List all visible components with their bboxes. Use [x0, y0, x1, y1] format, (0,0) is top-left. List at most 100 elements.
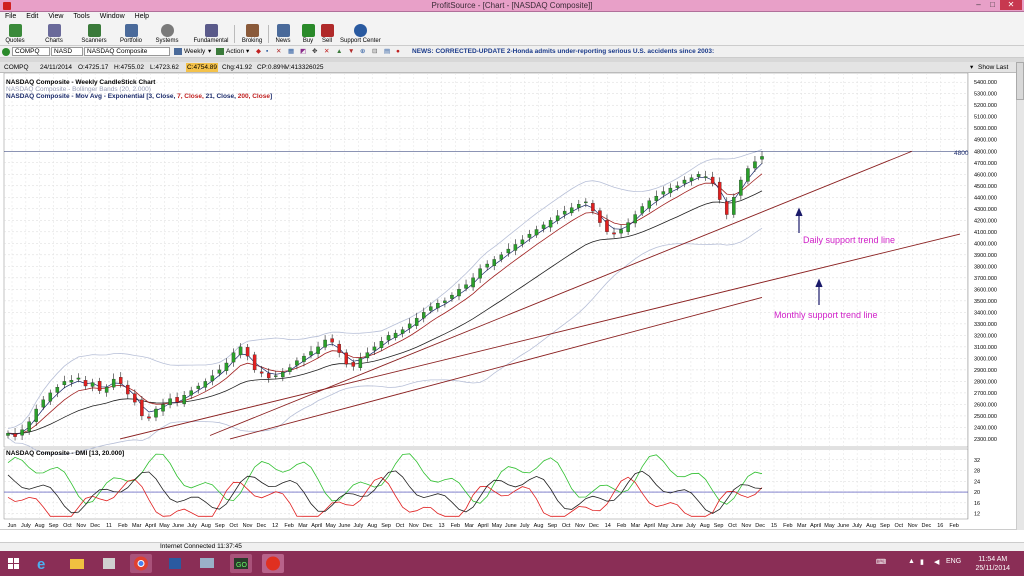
right-panel-strip[interactable]: [1016, 62, 1024, 530]
ie-icon[interactable]: e: [32, 554, 54, 573]
tool-icon-1[interactable]: ◆: [256, 47, 261, 56]
chrome-icon[interactable]: [130, 554, 152, 573]
close-button[interactable]: ✕: [1000, 0, 1022, 10]
period-dropdown-icon[interactable]: ▾: [208, 47, 211, 56]
status-text: Internet Connected 11:37:45: [160, 543, 242, 550]
tool-icon-13[interactable]: ●: [396, 47, 400, 56]
symbol-input[interactable]: COMPQ: [12, 47, 50, 56]
broking-button[interactable]: Broking: [240, 23, 264, 45]
candle-body: [612, 232, 616, 235]
tool-icon-9[interactable]: ▼: [348, 47, 354, 56]
x-tick-label: Feb: [284, 523, 293, 529]
monitor-icon[interactable]: [196, 554, 218, 573]
candle-body: [393, 332, 398, 338]
word-icon[interactable]: [164, 554, 186, 573]
x-tick-label: April: [311, 523, 322, 529]
candle-body: [753, 161, 757, 169]
taskbar-clock[interactable]: 11:54 AM 25/11/2014: [975, 555, 1010, 573]
tray-up-icon[interactable]: ▲: [908, 558, 915, 565]
right-side-tab[interactable]: [1016, 62, 1024, 100]
volume-icon[interactable]: ◀: [934, 558, 939, 566]
period-icon: [174, 48, 182, 55]
keyboard-icon[interactable]: ⌨: [876, 558, 886, 566]
x-tick-label: Nov: [76, 523, 86, 529]
menu-file[interactable]: File: [0, 12, 21, 22]
candle-body: [168, 398, 172, 406]
tool-icon-2[interactable]: ▪: [266, 47, 268, 56]
exchange-field[interactable]: NASD: [51, 47, 83, 56]
tool-icon-5[interactable]: ◩: [300, 47, 306, 56]
x-tick-label: Nov: [741, 523, 751, 529]
tool-icon-11[interactable]: ⊟: [372, 47, 377, 56]
quotes-button[interactable]: Quotes: [3, 23, 27, 45]
maximize-button[interactable]: □: [986, 0, 999, 10]
x-tick-label: Sep: [880, 523, 890, 529]
link-icon[interactable]: [2, 48, 10, 56]
action-dropdown-icon[interactable]: ▾: [246, 47, 249, 56]
candle-body: [189, 390, 193, 396]
menu-tools[interactable]: Tools: [68, 12, 94, 22]
price-tick-label: 2800.000: [974, 379, 997, 385]
network-icon[interactable]: ▮: [920, 558, 924, 566]
tool-icon-8[interactable]: ▲: [336, 47, 342, 56]
candle-body: [739, 179, 743, 196]
price-chart[interactable]: 5400.000 5300.000 5200.000 5100.000 5000.000…: [0, 72, 1016, 530]
menu-window[interactable]: Window: [95, 12, 130, 22]
candle-body: [259, 371, 264, 374]
file-explorer-icon[interactable]: [66, 554, 88, 573]
candle-body: [90, 382, 95, 387]
candle-body: [323, 339, 327, 348]
buy-button[interactable]: Buy: [300, 23, 316, 45]
candle-body: [224, 362, 229, 371]
menu-edit[interactable]: Edit: [21, 12, 43, 22]
sell-button[interactable]: Sell: [319, 23, 335, 45]
action-menu[interactable]: Action: [226, 47, 244, 56]
minimize-button[interactable]: –: [972, 0, 985, 10]
scanners-button[interactable]: Scanners: [80, 23, 108, 45]
price-tick-label: 4900.000: [974, 138, 997, 144]
show-last-button[interactable]: Show Last: [978, 63, 1008, 72]
profitsource-icon[interactable]: [262, 554, 284, 573]
charts-button[interactable]: Charts: [42, 23, 66, 45]
portfolio-button[interactable]: Portfolio: [117, 23, 145, 45]
title-bar: ProfitSource - [Chart - [NASDAQ Composit…: [0, 0, 1024, 12]
candle-body: [337, 343, 341, 353]
news-button[interactable]: News: [273, 23, 293, 45]
app-grid-icon[interactable]: [98, 554, 120, 573]
menu-view[interactable]: View: [43, 12, 68, 22]
price-tick-label: 5000.000: [974, 126, 997, 132]
legend-bollinger: NASDAQ Composite - Bollinger Bands (20, …: [6, 86, 151, 93]
candle-body: [97, 381, 102, 391]
start-button[interactable]: [4, 554, 24, 573]
x-tick-label: Dec: [755, 523, 765, 529]
fundamental-button[interactable]: Fundamental: [193, 23, 229, 45]
tool-icon-4[interactable]: ▦: [288, 47, 294, 56]
systems-button[interactable]: Systems: [154, 23, 180, 45]
chart-area[interactable]: 5400.000 5300.000 5200.000 5100.000 5000.000…: [0, 72, 1016, 530]
tool-icon-10[interactable]: ⊕: [360, 47, 365, 56]
candle-body: [703, 176, 708, 178]
show-last-icon[interactable]: ▾: [970, 63, 973, 72]
support-center-button[interactable]: Support Center: [340, 23, 381, 45]
tool-icon-7[interactable]: ✕: [324, 47, 329, 56]
security-name-field[interactable]: NASDAQ Composite: [84, 47, 170, 56]
news-ticker[interactable]: NEWS: CORRECTED-UPDATE 2-Honda admits un…: [412, 47, 714, 56]
trading-app-icon[interactable]: GO: [230, 554, 252, 573]
period-select[interactable]: Weekly: [184, 47, 205, 56]
tool-icon-3[interactable]: ✕: [276, 47, 281, 56]
menu-help[interactable]: Help: [130, 12, 154, 22]
x-tick-label: Dec: [589, 523, 599, 529]
candle-body: [126, 384, 130, 395]
x-tick-label: Aug: [534, 523, 544, 529]
candle-body: [527, 233, 532, 238]
x-tick-label: July: [21, 523, 31, 529]
x-tick-label: Feb: [617, 523, 626, 529]
tool-icon-12[interactable]: ▤: [384, 47, 390, 56]
price-tick-label: 2400.000: [974, 425, 997, 431]
x-tick-label: Dec: [423, 523, 433, 529]
candle-body: [245, 347, 250, 357]
candle-body: [619, 229, 623, 234]
tool-icon-6[interactable]: ✥: [312, 47, 317, 56]
lang-indicator[interactable]: ENG: [946, 558, 961, 565]
candle-body: [76, 377, 81, 380]
